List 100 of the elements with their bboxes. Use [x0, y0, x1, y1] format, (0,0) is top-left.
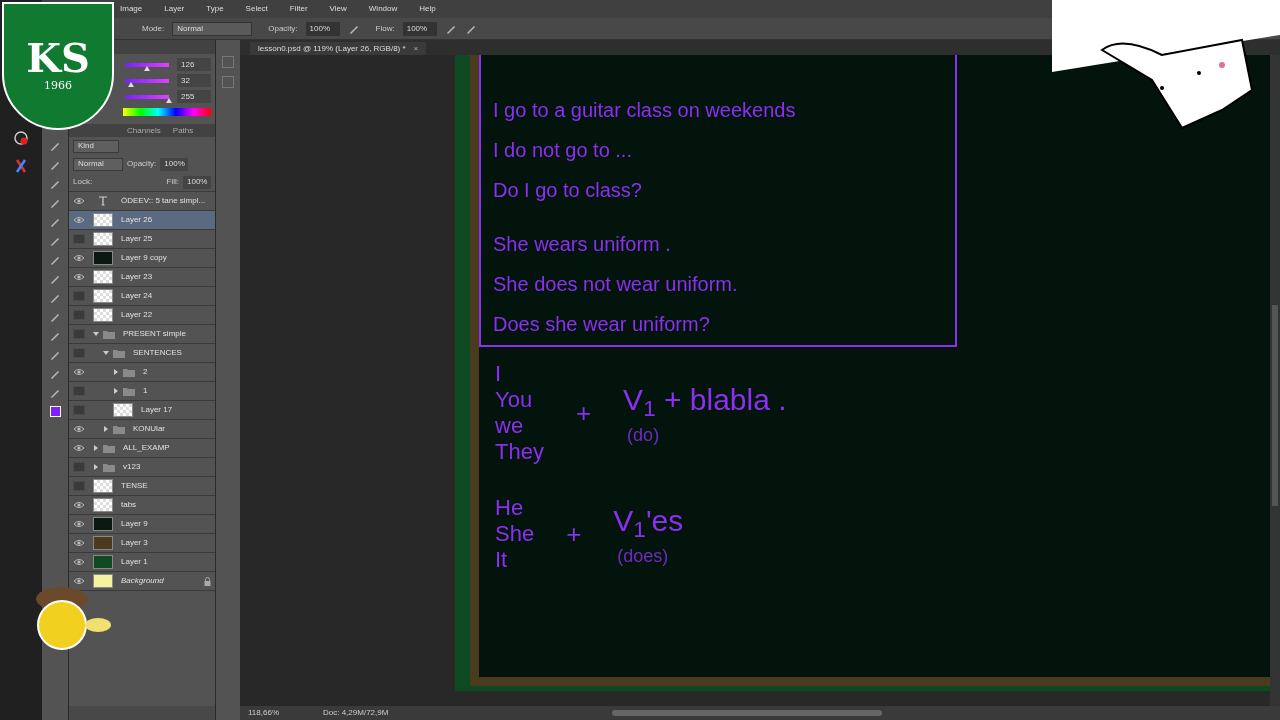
layer-name: TENSE	[121, 480, 148, 492]
eye-icon[interactable]	[73, 254, 85, 262]
visibility-toggle[interactable]	[73, 234, 85, 244]
handwritten-hint: (does)	[617, 545, 669, 568]
handwritten-pronoun: He	[495, 495, 525, 521]
disclosure-triangle-icon[interactable]	[93, 445, 99, 451]
layer-row[interactable]: TENSE	[69, 477, 215, 496]
eye-icon[interactable]	[73, 558, 85, 566]
handwritten-sentence: Do I go to class?	[493, 178, 643, 203]
menu-item[interactable]: Layer	[164, 3, 185, 15]
layer-thumbnail	[93, 479, 113, 493]
opacity-label: Opacity:	[268, 22, 298, 35]
zoom-level: 118,66%	[248, 707, 279, 719]
eye-icon[interactable]	[73, 425, 85, 433]
disclosure-triangle-icon[interactable]	[93, 464, 99, 470]
vertical-scrollbar[interactable]	[1270, 55, 1280, 706]
opacity-field[interactable]: 100%	[160, 157, 189, 171]
eye-icon[interactable]	[73, 520, 85, 528]
layer-name: PRESENT simple	[123, 328, 186, 340]
eye-icon[interactable]	[73, 501, 85, 509]
eye-icon[interactable]	[73, 539, 85, 547]
visibility-toggle[interactable]	[73, 310, 85, 320]
slider-thumb[interactable]	[143, 65, 150, 71]
layer-name: Layer 25	[121, 233, 153, 245]
layer-name: Layer 9 copy	[121, 252, 167, 264]
layer-row[interactable]: Layer 9	[69, 515, 215, 534]
menu-item[interactable]: Window	[368, 3, 398, 15]
handwritten-plus: +	[575, 396, 592, 430]
handwritten-pronoun: we	[495, 413, 525, 439]
disclosure-triangle-icon[interactable]	[103, 426, 109, 432]
blend-dropdown[interactable]: Normal	[73, 157, 123, 171]
visibility-toggle[interactable]	[73, 462, 85, 472]
document-tab[interactable]: lesson0.psd @ 119% (Layer 26, RGB/8) * ×	[250, 42, 427, 55]
visibility-toggle[interactable]	[73, 481, 85, 491]
mode-label: Mode:	[142, 22, 165, 35]
disclosure-triangle-icon[interactable]	[113, 369, 119, 375]
color-value-field[interactable]: 32	[177, 74, 211, 87]
layer-name: ÖDEEV:: 5 tane simpl...	[121, 195, 206, 207]
layer-name: Layer 17	[141, 404, 173, 416]
menu-item[interactable]: Help	[419, 3, 436, 15]
layer-row[interactable]: tabs	[69, 496, 215, 515]
disclosure-triangle-icon[interactable]	[113, 388, 119, 394]
layer-name: Layer 24	[121, 290, 153, 302]
folder-icon	[113, 348, 125, 358]
horizontal-scrollbar[interactable]	[612, 710, 883, 716]
record-icon[interactable]	[13, 130, 29, 146]
eye-icon[interactable]	[73, 197, 85, 205]
menu-item[interactable]: Type	[206, 3, 224, 15]
fill-field[interactable]: 100%	[183, 175, 211, 189]
layer-thumbnail	[93, 232, 113, 246]
slider-thumb[interactable]	[166, 97, 172, 103]
handwritten-formula: V$_{1}$'es	[613, 503, 684, 543]
handwritten-pronoun: You	[495, 387, 534, 413]
eye-icon[interactable]	[73, 216, 85, 224]
menu-item[interactable]: Select	[245, 3, 268, 15]
layer-thumbnail	[93, 308, 113, 322]
lock-label: Lock:	[73, 176, 93, 188]
eye-icon[interactable]	[73, 273, 85, 281]
visibility-toggle[interactable]	[73, 386, 85, 396]
menu-item[interactable]: Filter	[289, 3, 308, 15]
eye-icon[interactable]	[73, 444, 85, 452]
visibility-toggle[interactable]	[73, 405, 85, 415]
handwritten-pronoun: I	[495, 361, 503, 387]
color-value-field[interactable]: 255	[177, 90, 211, 103]
color-value-field[interactable]: 126	[177, 58, 211, 71]
flow-field[interactable]: 100%	[402, 21, 437, 36]
layer-row[interactable]: Layer 1	[69, 553, 215, 572]
mode-dropdown[interactable]: Normal	[172, 21, 253, 36]
color-spectrum[interactable]	[123, 108, 211, 116]
handwritten-sentence: Does she wear uniform?	[493, 312, 711, 337]
layer-row[interactable]: Layer 26	[69, 211, 215, 230]
close-button[interactable]: ×	[413, 42, 419, 55]
layer-row[interactable]: Layer 25	[69, 230, 215, 249]
crest-year: 1966	[44, 77, 72, 94]
slider-thumb[interactable]	[127, 81, 134, 87]
layer-row[interactable]: Layer 9 copy	[69, 249, 215, 268]
panel-tab[interactable]: Channels	[123, 125, 165, 137]
layer-name: ALL_EXAMP	[123, 442, 170, 454]
visibility-toggle[interactable]	[73, 329, 85, 339]
layer-row[interactable]: Layer 3	[69, 534, 215, 553]
layer-name: Layer 1	[121, 556, 148, 568]
eye-icon[interactable]	[73, 577, 85, 585]
opacity-field[interactable]: 100%	[305, 21, 340, 36]
filter-dropdown[interactable]: Kind	[73, 139, 119, 153]
layer-row[interactable]: Layer 24	[69, 287, 215, 306]
layer-row[interactable]: Layer 22	[69, 306, 215, 325]
disclosure-triangle-icon[interactable]	[103, 350, 109, 356]
menu-item[interactable]: Image	[120, 3, 143, 15]
menu-item[interactable]: View	[329, 3, 347, 15]
panel-tab[interactable]: Paths	[168, 125, 198, 137]
folder-icon	[103, 462, 115, 472]
color-swatch[interactable]	[49, 406, 61, 417]
visibility-toggle[interactable]	[73, 348, 85, 358]
layer-row[interactable]: Layer 17	[69, 401, 215, 420]
layer-row[interactable]: Layer 23	[69, 268, 215, 287]
layer-name: Background	[121, 575, 164, 587]
visibility-toggle[interactable]	[73, 291, 85, 301]
layer-thumbnail	[113, 403, 133, 417]
eye-icon[interactable]	[73, 368, 85, 376]
disclosure-triangle-icon[interactable]	[93, 331, 99, 337]
